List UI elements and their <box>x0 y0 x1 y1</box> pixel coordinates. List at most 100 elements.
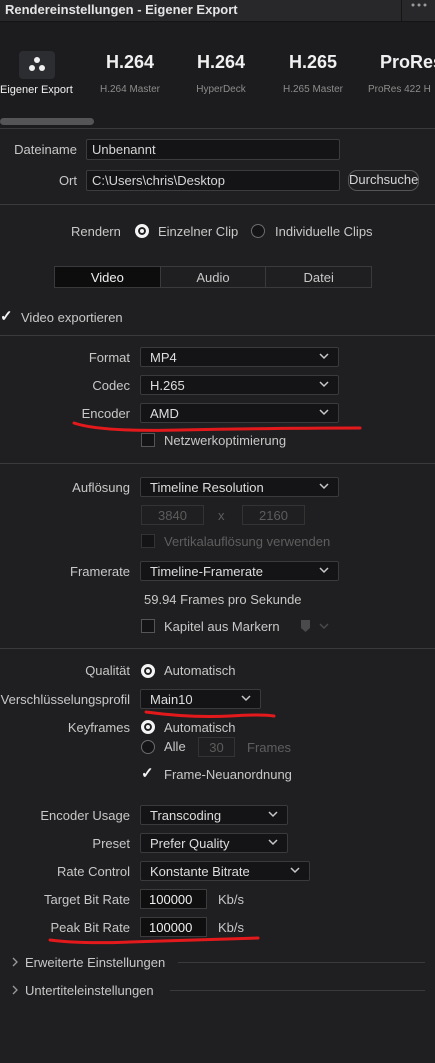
quality-label: Qualität <box>85 663 130 678</box>
preset-bar <box>0 22 435 128</box>
preset-h264-hyperdeck-label: HyperDeck <box>196 84 246 95</box>
keyframes-unit-label: Frames <box>247 740 292 755</box>
format-label: Format <box>88 350 130 365</box>
preset-custom-label[interactable]: Eigener Export <box>0 84 76 96</box>
vertical-resolution-checkbox[interactable] <box>141 534 155 548</box>
preset-label: Preset <box>92 836 130 851</box>
encoder-usage-value: Transcoding <box>150 808 222 823</box>
resolution-dropdown[interactable]: Timeline Resolution <box>140 477 339 497</box>
preset-dropdown[interactable]: Prefer Quality <box>140 833 288 853</box>
location-label: Ort <box>58 173 77 188</box>
preset-value: Prefer Quality <box>150 836 230 851</box>
preset-prores[interactable]: ProRes <box>380 52 435 73</box>
rate-control-dropdown[interactable]: Konstante Bitrate <box>140 861 310 881</box>
chapters-checkbox[interactable] <box>141 619 155 633</box>
vertical-resolution-label[interactable]: Vertikalauflösung verwenden <box>164 534 330 549</box>
target-bitrate-input[interactable]: 100000 <box>140 889 207 909</box>
chevron-down-icon <box>268 839 278 846</box>
codec-dropdown[interactable]: H.265 <box>140 375 339 395</box>
resolution-height-input[interactable]: 2160 <box>242 505 305 525</box>
preset-h265-master-label: H.265 Master <box>282 84 344 95</box>
divider <box>0 204 435 205</box>
browse-button[interactable]: Durchsuchen <box>348 170 419 191</box>
filename-input[interactable]: Unbenannt <box>86 139 340 160</box>
davinci-logo-icon <box>29 57 45 71</box>
menu-button[interactable] <box>401 0 435 22</box>
encoding-profile-dropdown[interactable]: Main10 <box>140 689 261 709</box>
preset-scrollbar[interactable] <box>0 118 94 125</box>
marker-color-dropdown[interactable] <box>298 618 334 634</box>
encoder-dropdown[interactable]: AMD <box>140 403 339 423</box>
target-bitrate-label: Target Bit Rate <box>44 892 130 907</box>
keyframes-auto-label[interactable]: Automatisch <box>164 720 236 735</box>
more-dots-icon <box>411 3 427 7</box>
encoding-profile-value: Main10 <box>150 692 193 707</box>
render-single-label[interactable]: Einzelner Clip <box>158 224 238 239</box>
filename-label: Dateiname <box>14 142 77 157</box>
resolution-value: Timeline Resolution <box>150 480 264 495</box>
encoder-underline <box>72 421 362 432</box>
tab-video[interactable]: Video <box>55 267 160 287</box>
preset-h264-hyperdeck[interactable]: H.264 <box>181 52 261 73</box>
keyframes-count-input[interactable]: 30 <box>198 737 235 757</box>
section-divider <box>170 990 425 991</box>
encoder-value: AMD <box>150 406 179 421</box>
chevron-down-icon <box>319 483 329 490</box>
keyframes-auto-radio[interactable] <box>141 720 155 734</box>
divider <box>0 648 435 649</box>
quality-auto-radio[interactable] <box>141 664 155 678</box>
rate-control-label: Rate Control <box>57 864 130 879</box>
chevron-down-icon <box>319 381 329 388</box>
framerate-dropdown[interactable]: Timeline-Framerate <box>140 561 339 581</box>
network-optimization-label[interactable]: Netzwerkoptimierung <box>164 433 286 448</box>
preset-h264-master-label: H.264 Master <box>99 84 161 95</box>
peak-bitrate-underline <box>48 936 260 945</box>
format-dropdown[interactable]: MP4 <box>140 347 339 367</box>
profile-underline <box>144 710 276 718</box>
keyframes-label: Keyframes <box>67 720 130 735</box>
video-export-label[interactable]: Video exportieren <box>21 310 123 325</box>
resolution-x-label: x <box>218 508 225 523</box>
codec-label: Codec <box>92 378 130 393</box>
codec-value: H.265 <box>150 378 185 393</box>
encoder-label: Encoder <box>81 406 130 421</box>
peak-bitrate-unit: Kb/s <box>218 920 245 935</box>
frame-reorder-label[interactable]: Frame-Neuanordnung <box>164 767 292 782</box>
peak-bitrate-input[interactable]: 100000 <box>140 917 207 937</box>
peak-bitrate-label: Peak Bit Rate <box>50 920 131 935</box>
tab-bar: Video Audio Datei <box>54 266 372 288</box>
tab-datei[interactable]: Datei <box>265 267 371 287</box>
divider <box>0 463 435 464</box>
render-single-radio[interactable] <box>135 224 149 238</box>
render-individual-radio[interactable] <box>251 224 265 238</box>
framerate-label: Framerate <box>70 564 130 579</box>
frame-reorder-checkbox[interactable]: ✓ <box>141 766 154 781</box>
render-individual-label[interactable]: Individuelle Clips <box>275 224 373 239</box>
tab-audio[interactable]: Audio <box>159 267 266 287</box>
chevron-right-icon <box>12 957 18 967</box>
target-bitrate-unit: Kb/s <box>218 892 245 907</box>
network-optimization-checkbox[interactable] <box>141 433 155 447</box>
divider <box>0 128 435 129</box>
keyframes-every-radio[interactable] <box>141 740 155 754</box>
chapters-label[interactable]: Kapitel aus Markern <box>164 619 280 634</box>
encoder-usage-dropdown[interactable]: Transcoding <box>140 805 288 825</box>
video-export-checkbox[interactable]: ✓ <box>0 309 13 324</box>
fps-text: 59.94 Frames pro Sekunde <box>144 592 302 607</box>
subtitle-settings-label: Untertiteleinstellungen <box>25 983 154 998</box>
location-input[interactable]: C:\Users\chris\Desktop <box>86 170 340 191</box>
divider <box>0 335 435 336</box>
chevron-down-icon <box>290 867 300 874</box>
keyframes-every-label[interactable]: Alle <box>164 739 186 754</box>
preset-prores-label: ProRes 422 H <box>368 84 431 95</box>
preset-h264-master[interactable]: H.264 <box>90 52 170 73</box>
advanced-settings-label: Erweiterte Einstellungen <box>25 955 166 970</box>
quality-auto-label[interactable]: Automatisch <box>164 663 236 678</box>
chevron-down-icon <box>319 409 329 416</box>
chevron-down-icon <box>319 567 329 574</box>
encoder-usage-label: Encoder Usage <box>40 808 130 823</box>
preset-custom-export[interactable] <box>19 51 55 79</box>
resolution-width-input[interactable]: 3840 <box>141 505 204 525</box>
resolution-label: Auflösung <box>72 480 130 495</box>
preset-h265-master[interactable]: H.265 <box>273 52 353 73</box>
